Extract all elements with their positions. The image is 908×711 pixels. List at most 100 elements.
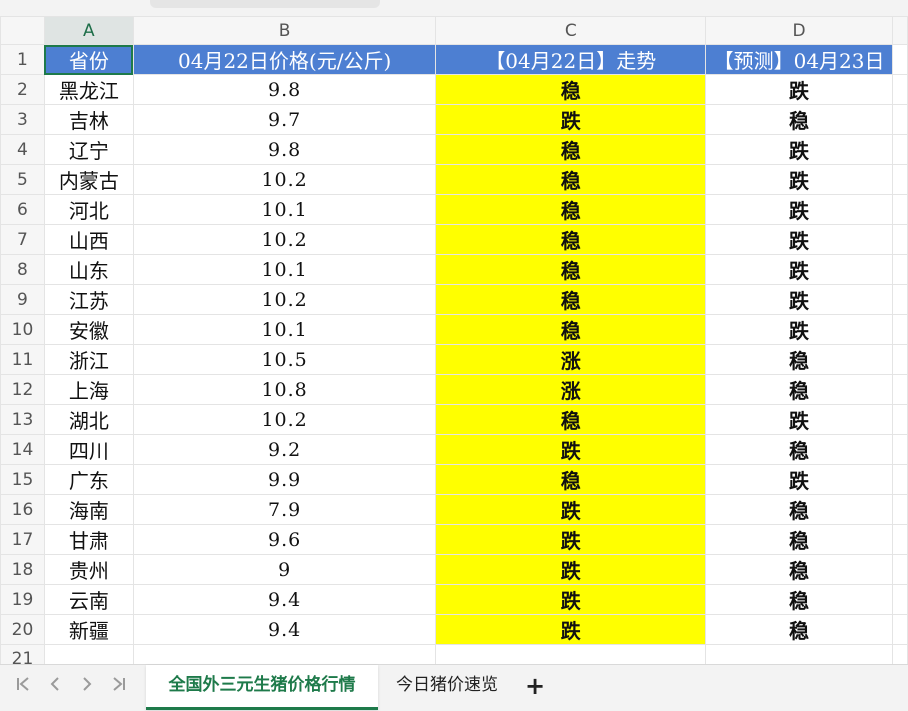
province-cell[interactable]: 广东 xyxy=(43,464,134,495)
sheet-tab-active[interactable]: 全国外三元生猪价格行情 xyxy=(146,665,378,710)
row-header[interactable]: 16 xyxy=(0,494,45,525)
row-header[interactable]: 20 xyxy=(0,614,45,645)
province-cell[interactable]: 江苏 xyxy=(43,284,134,315)
province-cell[interactable]: 湖北 xyxy=(43,404,134,435)
empty-cell[interactable] xyxy=(892,374,908,405)
forecast-cell[interactable]: 稳 xyxy=(705,434,894,465)
trend-cell[interactable]: 涨 xyxy=(435,344,707,375)
forecast-cell[interactable]: 跌 xyxy=(705,164,894,195)
empty-cell[interactable] xyxy=(43,644,134,664)
province-cell[interactable]: 新疆 xyxy=(43,614,134,645)
trend-cell[interactable]: 稳 xyxy=(435,284,707,315)
trend-cell[interactable]: 稳 xyxy=(435,254,707,285)
row-header[interactable]: 5 xyxy=(0,164,45,195)
empty-cell[interactable] xyxy=(892,314,908,345)
empty-cell[interactable] xyxy=(892,584,908,615)
empty-cell[interactable] xyxy=(892,44,908,75)
forecast-cell[interactable]: 稳 xyxy=(705,344,894,375)
trend-cell[interactable]: 稳 xyxy=(435,224,707,255)
row-header[interactable]: 3 xyxy=(0,104,45,135)
trend-cell[interactable]: 跌 xyxy=(435,614,707,645)
empty-cell[interactable] xyxy=(892,344,908,375)
empty-cell[interactable] xyxy=(892,614,908,645)
row-header[interactable]: 12 xyxy=(0,374,45,405)
empty-cell[interactable] xyxy=(892,284,908,315)
trend-cell[interactable]: 涨 xyxy=(435,374,707,405)
row-header[interactable]: 9 xyxy=(0,284,45,315)
price-cell[interactable]: 10.2 xyxy=(132,284,437,315)
price-cell[interactable]: 10.5 xyxy=(132,344,437,375)
row-header[interactable]: 10 xyxy=(0,314,45,345)
trend-cell[interactable]: 跌 xyxy=(435,584,707,615)
empty-cell[interactable] xyxy=(892,104,908,135)
price-cell[interactable]: 9.7 xyxy=(132,104,437,135)
empty-cell[interactable] xyxy=(892,434,908,465)
price-cell[interactable]: 9.4 xyxy=(132,584,437,615)
empty-cell[interactable] xyxy=(892,494,908,525)
province-cell[interactable]: 贵州 xyxy=(43,554,134,585)
price-cell[interactable]: 9.2 xyxy=(132,434,437,465)
trend-cell[interactable]: 稳 xyxy=(435,464,707,495)
forecast-cell[interactable]: 稳 xyxy=(705,524,894,555)
empty-cell[interactable] xyxy=(892,554,908,585)
trend-cell[interactable]: 跌 xyxy=(435,434,707,465)
empty-cell[interactable] xyxy=(892,404,908,435)
forecast-cell[interactable]: 跌 xyxy=(705,314,894,345)
province-cell[interactable]: 河北 xyxy=(43,194,134,225)
row-header[interactable]: 7 xyxy=(0,224,45,255)
empty-cell[interactable] xyxy=(435,644,707,664)
price-cell[interactable]: 10.1 xyxy=(132,194,437,225)
next-sheet-icon[interactable] xyxy=(74,675,100,701)
province-cell[interactable]: 安徽 xyxy=(43,314,134,345)
trend-cell[interactable]: 跌 xyxy=(435,554,707,585)
forecast-cell[interactable]: 稳 xyxy=(705,374,894,405)
column-header-b[interactable]: B xyxy=(132,16,437,45)
province-cell[interactable]: 上海 xyxy=(43,374,134,405)
price-cell[interactable]: 10.1 xyxy=(132,254,437,285)
empty-cell[interactable] xyxy=(705,644,894,664)
select-all-corner[interactable] xyxy=(0,16,45,45)
row-header[interactable]: 11 xyxy=(0,344,45,375)
empty-cell[interactable] xyxy=(892,644,908,664)
price-cell[interactable]: 9.8 xyxy=(132,74,437,105)
trend-cell[interactable]: 稳 xyxy=(435,74,707,105)
forecast-cell[interactable]: 跌 xyxy=(705,194,894,225)
forecast-cell[interactable]: 稳 xyxy=(705,554,894,585)
row-header[interactable]: 13 xyxy=(0,404,45,435)
forecast-cell[interactable]: 稳 xyxy=(705,614,894,645)
province-cell[interactable]: 云南 xyxy=(43,584,134,615)
forecast-cell[interactable]: 稳 xyxy=(705,104,894,135)
province-cell[interactable]: 四川 xyxy=(43,434,134,465)
price-cell[interactable]: 9.8 xyxy=(132,134,437,165)
forecast-cell[interactable]: 跌 xyxy=(705,464,894,495)
column-header-c[interactable]: C xyxy=(435,16,707,45)
price-cell[interactable]: 10.8 xyxy=(132,374,437,405)
trend-cell[interactable]: 稳 xyxy=(435,314,707,345)
price-cell[interactable]: 10.1 xyxy=(132,314,437,345)
price-cell[interactable]: 10.2 xyxy=(132,164,437,195)
column-header-d[interactable]: D xyxy=(705,16,894,45)
trend-cell[interactable]: 稳 xyxy=(435,404,707,435)
row-header[interactable]: 8 xyxy=(0,254,45,285)
row-header[interactable]: 18 xyxy=(0,554,45,585)
forecast-cell[interactable]: 稳 xyxy=(705,584,894,615)
row-header[interactable]: 2 xyxy=(0,74,45,105)
trend-cell[interactable]: 稳 xyxy=(435,194,707,225)
empty-cell[interactable] xyxy=(892,464,908,495)
empty-cell[interactable] xyxy=(132,644,437,664)
header-cell-price[interactable]: 04月22日价格(元/公斤) xyxy=(132,44,437,75)
province-cell[interactable]: 山东 xyxy=(43,254,134,285)
add-sheet-button[interactable]: + xyxy=(520,671,550,701)
empty-cell[interactable] xyxy=(892,524,908,555)
empty-cell[interactable] xyxy=(892,254,908,285)
price-cell[interactable]: 9.9 xyxy=(132,464,437,495)
header-cell-forecast[interactable]: 【预测】04月23日 xyxy=(705,44,894,75)
forecast-cell[interactable]: 跌 xyxy=(705,74,894,105)
row-header[interactable]: 14 xyxy=(0,434,45,465)
trend-cell[interactable]: 跌 xyxy=(435,104,707,135)
row-header[interactable]: 19 xyxy=(0,584,45,615)
column-header-a[interactable]: A xyxy=(43,16,134,45)
province-cell[interactable]: 海南 xyxy=(43,494,134,525)
row-header[interactable]: 17 xyxy=(0,524,45,555)
province-cell[interactable]: 山西 xyxy=(43,224,134,255)
